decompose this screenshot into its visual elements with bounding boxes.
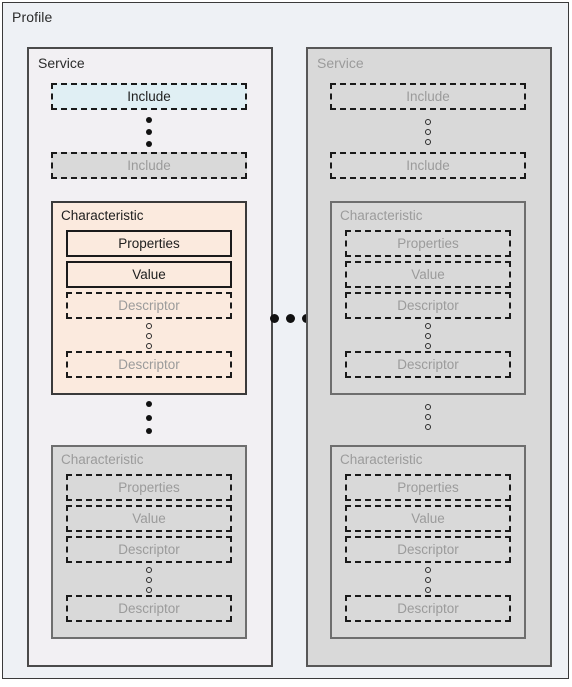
- characteristic-ellipsis: [142, 401, 156, 434]
- ellipsis-dot: [146, 428, 152, 434]
- ellipsis-dot: [425, 139, 431, 145]
- descriptor-box[interactable]: Descriptor: [66, 536, 232, 563]
- ellipsis-dot: [425, 587, 431, 593]
- ellipsis-dot: [146, 567, 152, 573]
- value-box[interactable]: Value: [66, 261, 232, 288]
- descriptor-ellipsis: [142, 567, 156, 593]
- value-label: Value: [411, 266, 445, 282]
- include-ellipsis: [142, 117, 156, 147]
- ellipsis-dot: [146, 343, 152, 349]
- descriptor-box[interactable]: Descriptor: [66, 595, 232, 622]
- ellipsis-dot: [146, 414, 152, 421]
- ellipsis-dot: [425, 333, 431, 339]
- descriptor-ellipsis: [421, 323, 435, 349]
- properties-box[interactable]: Properties: [345, 230, 511, 257]
- service-block-ghost[interactable]: Service Include Include Characteristic P…: [306, 47, 552, 667]
- descriptor-box[interactable]: Descriptor: [345, 292, 511, 319]
- ellipsis-dot: [146, 333, 152, 339]
- include-box-ghost[interactable]: Include: [330, 83, 526, 110]
- descriptor-box[interactable]: Descriptor: [66, 351, 232, 378]
- descriptor-label: Descriptor: [397, 541, 459, 557]
- descriptor-label: Descriptor: [397, 600, 459, 616]
- descriptor-label: Descriptor: [118, 356, 180, 372]
- ellipsis-dot: [286, 314, 295, 323]
- value-label: Value: [411, 510, 445, 526]
- ellipsis-dot: [425, 119, 431, 125]
- value-box[interactable]: Value: [345, 505, 511, 532]
- ellipsis-dot: [146, 141, 152, 147]
- profile-label: Profile: [12, 9, 53, 25]
- characteristic-ellipsis: [421, 404, 435, 430]
- include-label: Include: [406, 88, 450, 104]
- ellipsis-dot: [270, 314, 279, 323]
- characteristic-label: Characteristic: [61, 452, 144, 467]
- include-box-ghost[interactable]: Include: [330, 152, 526, 179]
- descriptor-label: Descriptor: [397, 297, 459, 313]
- properties-box[interactable]: Properties: [66, 474, 232, 501]
- profile-container: Profile Service Include Include Characte…: [2, 2, 569, 679]
- ellipsis-dot: [425, 424, 431, 430]
- ellipsis-dot: [425, 567, 431, 573]
- descriptor-ellipsis: [142, 323, 156, 349]
- descriptor-box[interactable]: Descriptor: [345, 536, 511, 563]
- include-box-active[interactable]: Include: [51, 83, 247, 110]
- include-label: Include: [406, 157, 450, 173]
- descriptor-ellipsis: [421, 567, 435, 593]
- ellipsis-dot: [425, 129, 431, 135]
- properties-label: Properties: [118, 235, 180, 251]
- ellipsis-dot: [425, 404, 431, 410]
- ellipsis-dot: [425, 414, 431, 420]
- service-label: Service: [38, 55, 85, 71]
- include-box-ghost[interactable]: Include: [51, 152, 247, 179]
- value-box[interactable]: Value: [66, 505, 232, 532]
- properties-label: Properties: [118, 479, 180, 495]
- characteristic-label: Characteristic: [340, 208, 423, 223]
- service-ellipsis: [270, 314, 311, 323]
- ellipsis-dot: [425, 577, 431, 583]
- properties-label: Properties: [397, 479, 459, 495]
- ellipsis-dot: [425, 343, 431, 349]
- value-label: Value: [132, 510, 166, 526]
- ellipsis-dot: [146, 587, 152, 593]
- value-box[interactable]: Value: [345, 261, 511, 288]
- service-label: Service: [317, 55, 364, 71]
- ellipsis-dot: [146, 129, 152, 135]
- value-label: Value: [132, 266, 166, 282]
- include-label: Include: [127, 88, 171, 104]
- ellipsis-dot: [146, 117, 152, 123]
- descriptor-label: Descriptor: [118, 541, 180, 557]
- characteristic-block-active[interactable]: Characteristic Properties Value Descript…: [51, 201, 247, 395]
- descriptor-box[interactable]: Descriptor: [66, 292, 232, 319]
- descriptor-label: Descriptor: [118, 297, 180, 313]
- characteristic-block-ghost[interactable]: Characteristic Properties Value Descript…: [330, 201, 526, 395]
- include-label: Include: [127, 157, 171, 173]
- properties-label: Properties: [397, 235, 459, 251]
- characteristic-label: Characteristic: [340, 452, 423, 467]
- service-block-active[interactable]: Service Include Include Characteristic P…: [27, 47, 273, 667]
- ellipsis-dot: [425, 323, 431, 329]
- include-ellipsis: [421, 119, 435, 145]
- characteristic-block-ghost[interactable]: Characteristic Properties Value Descript…: [330, 445, 526, 639]
- descriptor-label: Descriptor: [118, 600, 180, 616]
- ellipsis-dot: [146, 401, 152, 407]
- descriptor-box[interactable]: Descriptor: [345, 351, 511, 378]
- descriptor-label: Descriptor: [397, 356, 459, 372]
- ellipsis-dot: [146, 577, 152, 583]
- properties-box[interactable]: Properties: [345, 474, 511, 501]
- characteristic-label: Characteristic: [61, 208, 144, 223]
- properties-box[interactable]: Properties: [66, 230, 232, 257]
- descriptor-box[interactable]: Descriptor: [345, 595, 511, 622]
- ellipsis-dot: [146, 323, 152, 329]
- characteristic-block-ghost[interactable]: Characteristic Properties Value Descript…: [51, 445, 247, 639]
